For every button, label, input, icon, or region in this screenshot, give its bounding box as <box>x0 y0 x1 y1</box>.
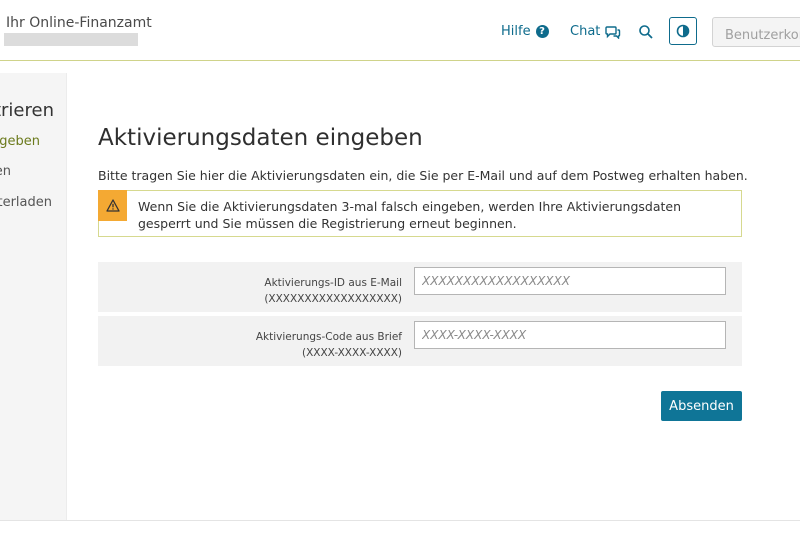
activation-code-input[interactable] <box>414 321 726 349</box>
warning-triangle-icon <box>105 199 120 212</box>
help-label: Hilfe <box>501 24 531 39</box>
sidebar-item-daten-eingeben[interactable]: Daten eingeben <box>0 134 40 149</box>
contrast-icon <box>676 24 690 38</box>
activation-id-hint: (XXXXXXXXXXXXXXXXXX) <box>264 293 402 305</box>
help-link[interactable]: Hilfe ? <box>501 24 549 39</box>
warning-text: Wenn Sie die Aktivierungsdaten 3-mal fal… <box>138 199 682 231</box>
warning-icon <box>98 190 127 221</box>
brand-title: Ihr Online-Finanzamt <box>6 15 152 31</box>
account-button[interactable]: Benutzerkonto <box>712 17 800 47</box>
chat-label: Chat <box>570 24 601 39</box>
activation-code-label-text: Aktivierungs-Code aus Brief <box>255 331 402 343</box>
warning-box: Wenn Sie die Aktivierungsdaten 3-mal fal… <box>98 190 742 237</box>
search-icon <box>639 25 653 39</box>
sidebar-title: Registrieren <box>0 100 54 121</box>
search-button[interactable] <box>638 24 654 40</box>
activation-code-label: Aktivierungs-Code aus Brief (XXXX-XXXX-X… <box>256 329 402 361</box>
sidebar-item-zertifikat-herunterladen[interactable]: Zertifikat herunterladen <box>0 195 52 210</box>
footer-divider <box>0 520 800 521</box>
header: Ihr Online-Finanzamt Hilfe ? Chat Benutz… <box>0 0 800 61</box>
sidebar: Registrieren Daten eingeben Prüfen Zerti… <box>0 73 67 520</box>
activation-code-hint: (XXXX-XXXX-XXXX) <box>302 347 402 359</box>
sidebar-item-pruefen[interactable]: Prüfen <box>0 164 11 179</box>
page-title: Aktivierungsdaten eingeben <box>98 125 423 151</box>
chat-link[interactable]: Chat <box>570 24 621 39</box>
form-row-activation-id: Aktivierungs-ID aus E-Mail (XXXXXXXXXXXX… <box>98 262 742 312</box>
activation-id-label-text: Aktivierungs-ID aus E-Mail <box>264 277 402 289</box>
submit-button[interactable]: Absenden <box>661 391 742 421</box>
activation-id-label: Aktivierungs-ID aus E-Mail (XXXXXXXXXXXX… <box>264 275 402 307</box>
brand-subtitle-placeholder <box>4 33 138 46</box>
help-icon: ? <box>535 25 549 38</box>
contrast-toggle-button[interactable] <box>669 17 697 45</box>
activation-id-input[interactable] <box>414 267 726 295</box>
form-row-activation-code: Aktivierungs-Code aus Brief (XXXX-XXXX-X… <box>98 316 742 366</box>
intro-text: Bitte tragen Sie hier die Aktivierungsda… <box>98 168 748 183</box>
chat-bubble-icon <box>605 25 621 39</box>
